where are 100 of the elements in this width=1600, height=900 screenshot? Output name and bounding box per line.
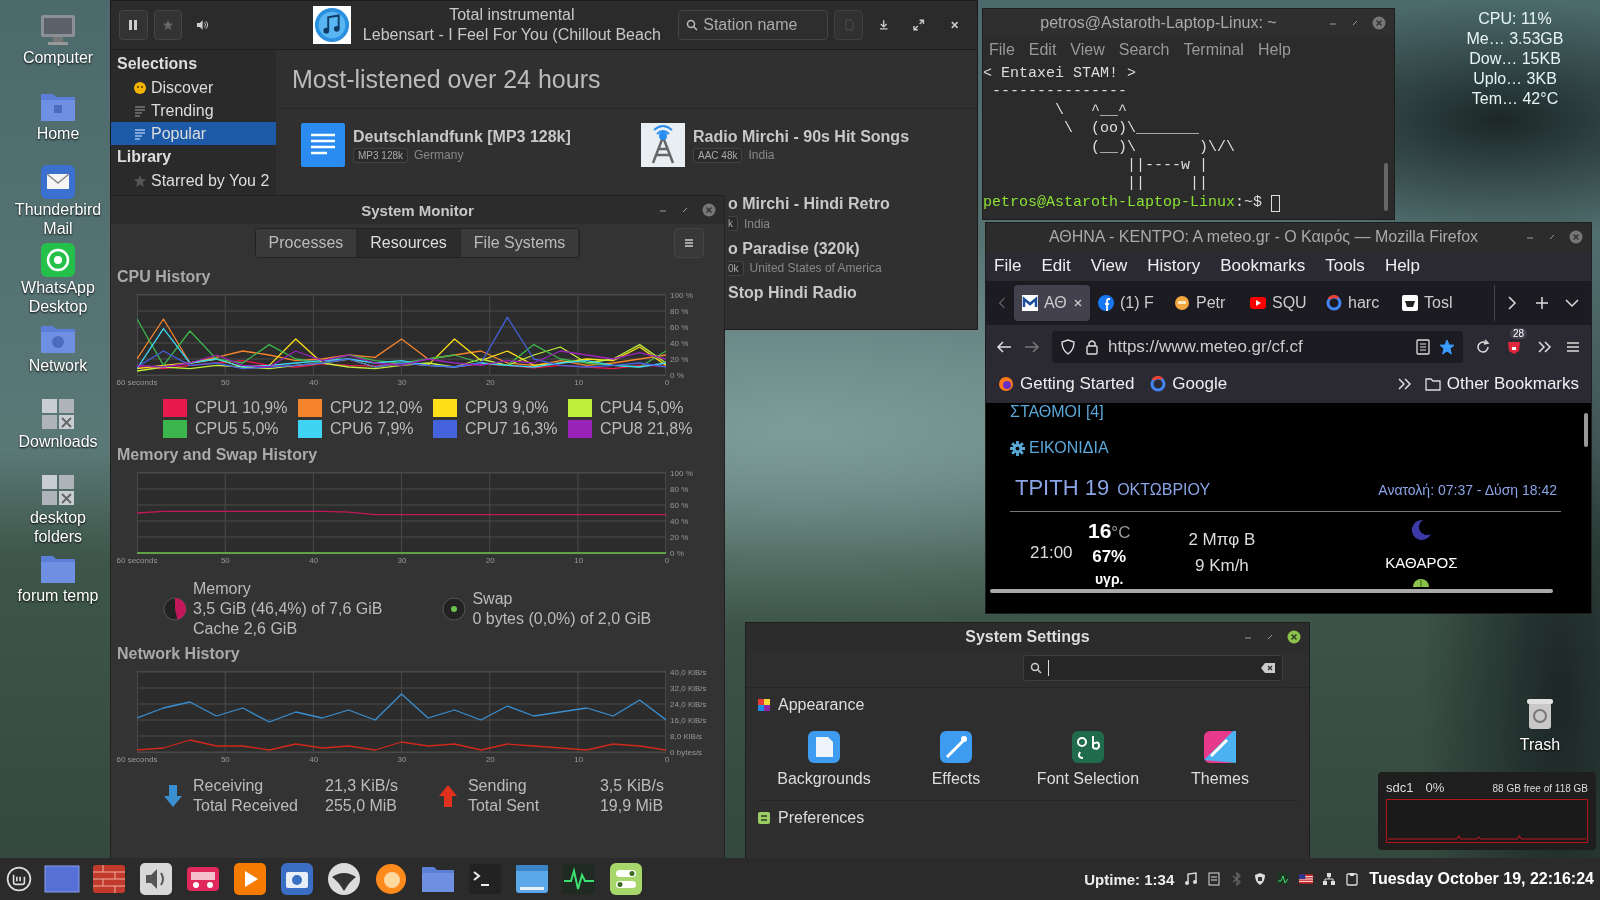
maximize-icon[interactable]	[913, 19, 925, 31]
download-icon[interactable]	[877, 19, 890, 31]
bookmark-folder[interactable]: Other Bookmarks	[1420, 372, 1583, 396]
chevron-down-icon[interactable]	[1565, 296, 1579, 310]
browser-tab[interactable]: SQU	[1242, 285, 1318, 321]
browser-tab[interactable]: (1) F	[1090, 285, 1166, 321]
color-swatch[interactable]	[163, 399, 187, 417]
trash-icon[interactable]	[1525, 697, 1555, 731]
document-icon[interactable]	[1207, 872, 1222, 886]
color-swatch[interactable]	[163, 420, 187, 438]
color-swatch[interactable]	[298, 420, 322, 438]
settings-item[interactable]: Font Selection	[1022, 730, 1154, 788]
system-monitor-icon[interactable]	[561, 861, 597, 897]
sidebar-item[interactable]: Trending	[111, 99, 276, 122]
usage-pie-icon[interactable]	[442, 597, 467, 621]
page-link[interactable]: ΕΙΚΟΝΙΔΙΑ	[1029, 439, 1109, 457]
maximize-icon[interactable]	[1350, 18, 1360, 28]
sidebar-item[interactable]: Popular	[111, 122, 276, 145]
shield-icon[interactable]	[1060, 339, 1076, 355]
menu-item[interactable]: View	[1090, 256, 1128, 276]
scroll-left-icon[interactable]	[998, 297, 1006, 309]
search-field[interactable]	[1023, 655, 1283, 681]
scrollbar[interactable]	[1384, 163, 1388, 211]
maximize-icon[interactable]	[1265, 632, 1275, 642]
menu-item[interactable]: Tools	[1325, 256, 1365, 276]
overflow-icon[interactable]	[1396, 376, 1413, 392]
settings-item[interactable]: Effects	[890, 730, 1022, 788]
browser-tab[interactable]: harc	[1318, 285, 1394, 321]
address-field[interactable]: https://www.meteo.gr/cf.cf	[1052, 331, 1463, 363]
station-name[interactable]: Deutschlandfunk [MP3 128k]	[353, 127, 571, 146]
close-tab-icon[interactable]	[1072, 298, 1083, 308]
sidebar-item[interactable]: Discover	[111, 76, 276, 99]
close-icon[interactable]	[948, 19, 960, 31]
extension-icon[interactable]	[1506, 339, 1522, 355]
document-icon[interactable]	[301, 123, 345, 167]
search-field[interactable]: Station name	[678, 10, 829, 40]
speaker-icon[interactable]	[138, 861, 174, 897]
mail-icon[interactable]	[38, 164, 78, 200]
clear-icon[interactable]	[1260, 662, 1276, 674]
scrollbar[interactable]	[1584, 413, 1588, 447]
network-icon[interactable]	[1322, 872, 1337, 886]
menu-item[interactable]: History	[1147, 256, 1201, 276]
menu-item[interactable]: Edit	[1028, 41, 1057, 59]
tab[interactable]: File Systems	[460, 229, 580, 257]
clock[interactable]: Tuesday October 19, 22:16:24	[1369, 870, 1594, 888]
menu-item[interactable]: Bookmarks	[1220, 256, 1306, 276]
star-icon[interactable]	[1439, 339, 1455, 355]
flag-icon[interactable]	[1299, 872, 1314, 886]
menu-item[interactable]: View	[1070, 41, 1105, 59]
volume-icon[interactable]	[196, 19, 210, 31]
maximize-icon[interactable]	[680, 205, 690, 215]
bookmark[interactable]: Google	[1146, 372, 1232, 396]
chat-icon[interactable]	[38, 242, 78, 278]
sidebar-item[interactable]: Starred by You 2	[111, 169, 276, 192]
pause-button[interactable]	[119, 10, 148, 40]
reload-icon[interactable]	[1475, 339, 1491, 355]
browser-tab[interactable]: ΑΘ	[1014, 285, 1090, 321]
shield-icon[interactable]	[1253, 872, 1268, 886]
menu-icon[interactable]	[1565, 339, 1581, 355]
settings-item[interactable]: Backgrounds	[758, 730, 890, 788]
station-name[interactable]: Stop Hindi Radio	[728, 284, 977, 303]
reader-view-icon[interactable]	[1415, 339, 1431, 355]
bookmark[interactable]: Getting Started	[994, 372, 1139, 396]
music-note-icon[interactable]	[1184, 872, 1199, 886]
clipboard-icon[interactable]	[1345, 872, 1360, 886]
settings-icon[interactable]	[608, 861, 644, 897]
station-name[interactable]: Radio Mirchi - 90s Hit Songs	[693, 127, 910, 146]
terminal-icon[interactable]	[467, 861, 503, 897]
menu-button[interactable]	[674, 228, 704, 258]
play-icon[interactable]	[232, 861, 268, 897]
menu-icon[interactable]	[6, 866, 32, 892]
station-name[interactable]: o Paradise (320k)	[728, 239, 977, 258]
tower-icon[interactable]	[641, 123, 685, 167]
browser-tab[interactable]: Tosl	[1394, 285, 1470, 321]
new-tab-icon[interactable]	[1535, 296, 1549, 310]
forward-icon[interactable]	[1024, 339, 1040, 355]
menu-item[interactable]: Help	[1257, 41, 1291, 59]
color-swatch[interactable]	[298, 399, 322, 417]
station-name[interactable]: o Mirchi - Hindi Retro	[728, 195, 977, 213]
tab[interactable]: Processes	[255, 229, 358, 257]
browser-icon[interactable]	[373, 861, 409, 897]
menu-item[interactable]: Help	[1384, 256, 1420, 276]
color-swatch[interactable]	[568, 420, 592, 438]
menu-item[interactable]: Edit	[1041, 256, 1071, 276]
color-swatch[interactable]	[568, 399, 592, 417]
menu-item[interactable]: File	[989, 41, 1015, 59]
scrollbar[interactable]	[990, 589, 1553, 593]
menu-item[interactable]: Terminal	[1183, 41, 1244, 59]
color-swatch[interactable]	[433, 420, 457, 438]
scroll-right-icon[interactable]	[1505, 296, 1519, 310]
back-icon[interactable]	[996, 339, 1012, 355]
page-link[interactable]: ΣΤΑΘΜΟΙ [4]	[1010, 403, 1561, 421]
color-swatch[interactable]	[433, 399, 457, 417]
menu-item[interactable]: Search	[1118, 41, 1170, 59]
maximize-icon[interactable]	[1547, 232, 1557, 242]
settings-item[interactable]: Themes	[1154, 730, 1286, 788]
overflow-icon[interactable]	[1537, 339, 1553, 355]
lock-icon[interactable]	[1084, 339, 1100, 355]
menu-item[interactable]: File	[994, 256, 1022, 276]
tab[interactable]: Resources	[357, 229, 461, 257]
